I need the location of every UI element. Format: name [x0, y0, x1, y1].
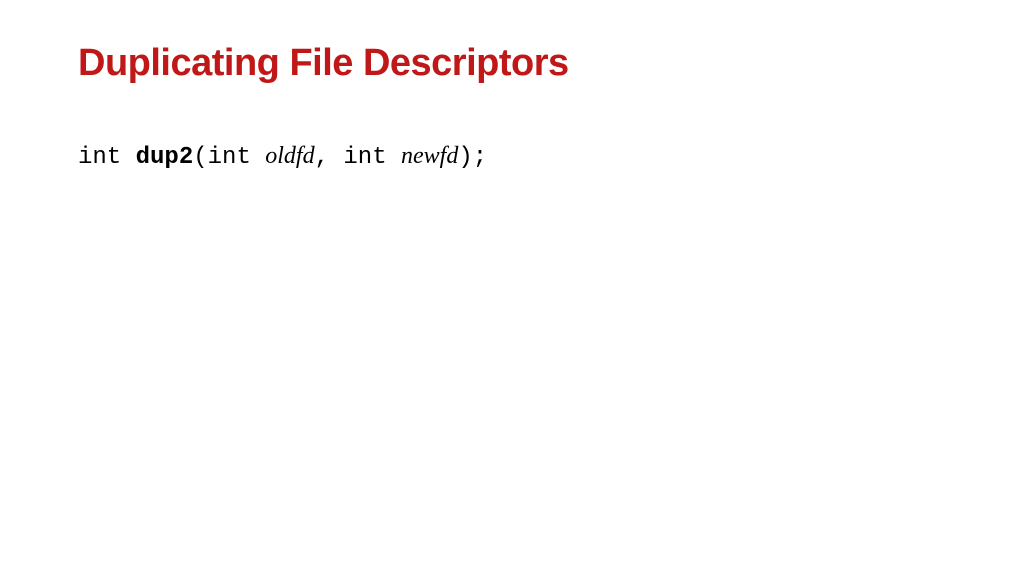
param2-name: newfd — [401, 143, 458, 169]
slide-title: Duplicating File Descriptors — [78, 42, 946, 85]
param1-name: oldfd — [265, 143, 314, 169]
space — [121, 144, 135, 171]
return-type: int — [78, 144, 121, 171]
param2-type: int — [343, 144, 401, 171]
open-paren: ( — [193, 144, 207, 171]
close-paren-semicolon: ); — [458, 144, 487, 171]
function-name: dup2 — [136, 144, 194, 171]
function-signature: int dup2(int oldfd, int newfd); — [78, 143, 946, 171]
comma: , — [315, 144, 344, 171]
param1-type: int — [208, 144, 266, 171]
